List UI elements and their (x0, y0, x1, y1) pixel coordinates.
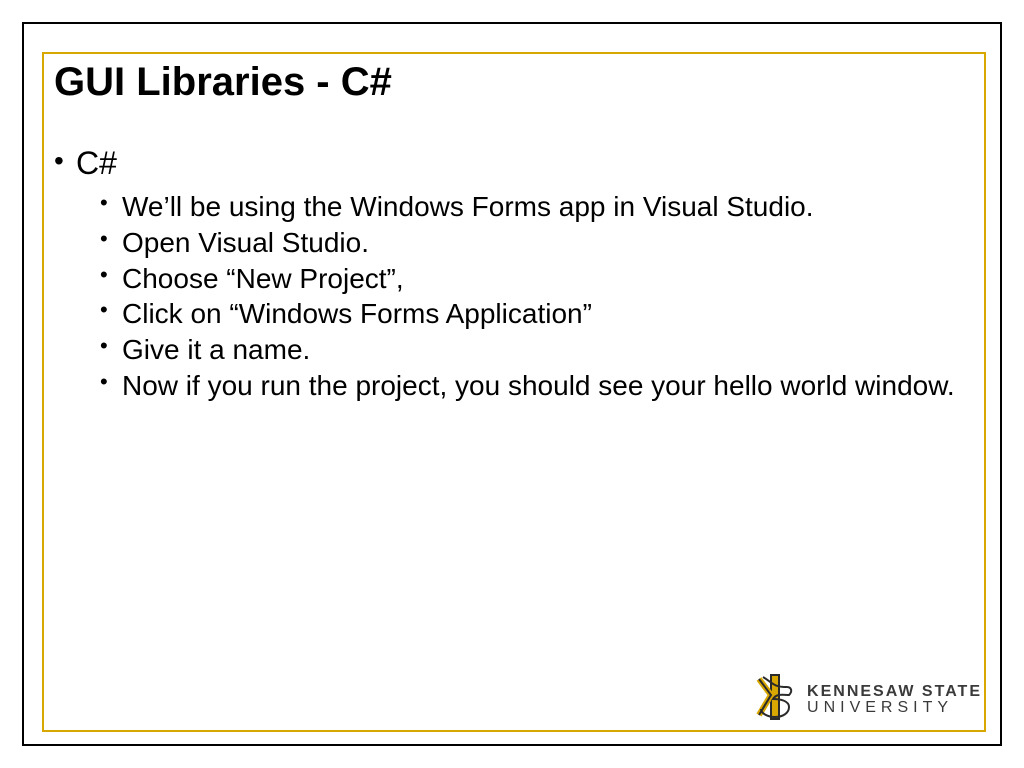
list-item: Open Visual Studio. (100, 225, 974, 261)
list-item: We’ll be using the Windows Forms app in … (100, 189, 974, 225)
logo-text: KENNESAW STATE UNIVERSITY (807, 684, 982, 716)
university-logo: KENNESAW STATE UNIVERSITY (753, 673, 982, 726)
logo-line2: UNIVERSITY (807, 700, 982, 716)
bullet-text: Choose “New Project”, (122, 263, 404, 294)
logo-line1: KENNESAW STATE (807, 684, 982, 700)
slide-content: GUI Libraries - C# C# We’ll be using the… (54, 60, 974, 404)
list-item: Now if you run the project, you should s… (100, 368, 974, 404)
list-item: C# We’ll be using the Windows Forms app … (54, 143, 974, 404)
bullet-text: Open Visual Studio. (122, 227, 369, 258)
slide-title: GUI Libraries - C# (54, 60, 974, 105)
list-item: Click on “Windows Forms Application” (100, 296, 974, 332)
list-item: Give it a name. (100, 332, 974, 368)
ksu-mark-icon (753, 673, 797, 726)
bullet-text: We’ll be using the Windows Forms app in … (122, 191, 814, 222)
bullet-text: Give it a name. (122, 334, 310, 365)
bullet-text: Now if you run the project, you should s… (122, 370, 955, 401)
list-item: Choose “New Project”, (100, 261, 974, 297)
level1-heading: C# (76, 145, 117, 181)
bullet-list-level1: C# We’ll be using the Windows Forms app … (54, 143, 974, 404)
bullet-list-level2: We’ll be using the Windows Forms app in … (76, 189, 974, 404)
bullet-text: Click on “Windows Forms Application” (122, 298, 592, 329)
